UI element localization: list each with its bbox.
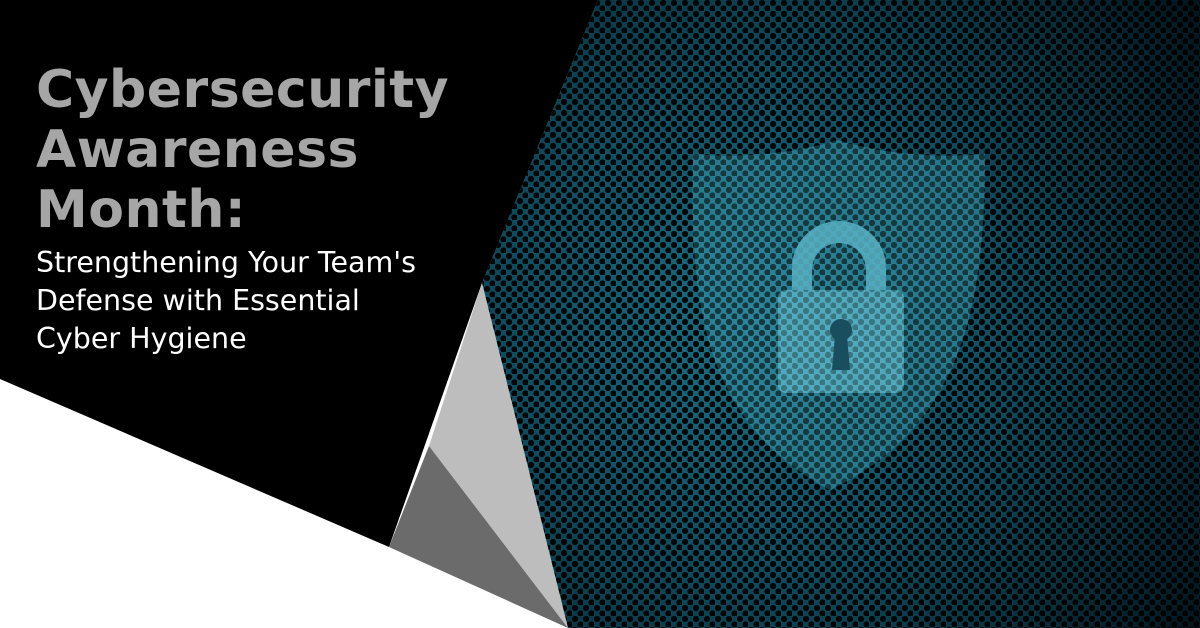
banner: Cybersecurity Awareness Month: Strengthe… <box>0 0 1200 628</box>
subtitle-line-2: Defense with Essential <box>36 284 360 317</box>
subtitle-line-1: Strengthening Your Team's <box>36 246 416 279</box>
subtitle-line-3: Cyber Hygiene <box>36 322 247 355</box>
headline: Cybersecurity Awareness Month: Strengthe… <box>36 60 506 358</box>
title-line-3: Month: <box>36 180 247 240</box>
title-line-1: Cybersecurity <box>36 60 449 120</box>
title-line-2: Awareness <box>36 120 359 180</box>
